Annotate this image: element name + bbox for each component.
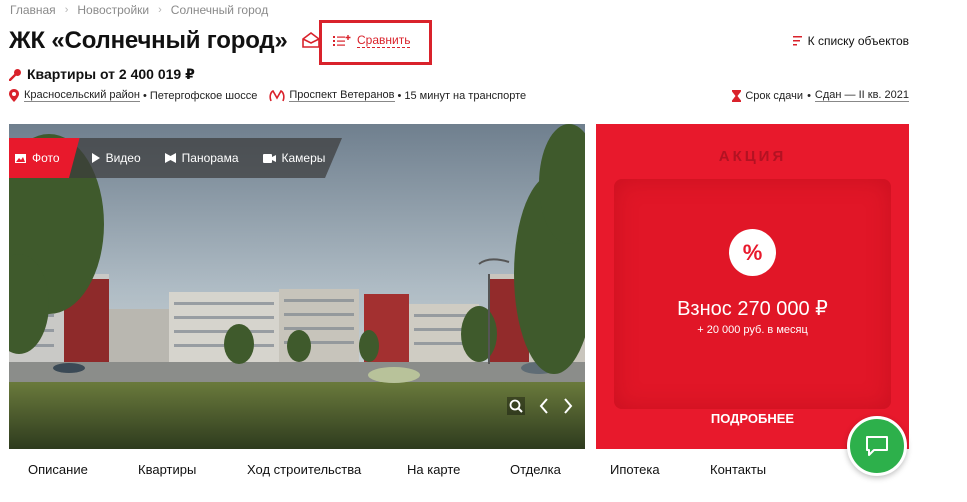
district-link[interactable]: Красносельский район (24, 89, 140, 102)
metro-icon (269, 89, 285, 101)
deadline-label: Срок сдачи (745, 89, 804, 102)
price-label: Квартиры от 2 400 019 ₽ (27, 66, 195, 82)
chevron-left-icon[interactable] (539, 398, 549, 414)
zoom-icon[interactable] (507, 397, 525, 415)
gallery-controls (495, 391, 585, 421)
tab-construction[interactable]: Ход строительства (247, 462, 361, 477)
list-icon (792, 36, 802, 46)
camera-icon (262, 153, 276, 163)
tab-apartments[interactable]: Квартиры (138, 462, 196, 477)
deadline-line: Срок сдачи • Сдан — II кв. 2021 (732, 89, 909, 102)
share-icon[interactable] (302, 32, 320, 48)
tab-panorama[interactable]: Панорама (153, 138, 251, 178)
to-list-label: К списку объектов (807, 34, 909, 48)
price-line: Квартиры от 2 400 019 ₽ (9, 66, 195, 83)
metro-link[interactable]: Проспект Ветеранов (289, 89, 395, 102)
transport-label: 15 минут на транспорте (404, 89, 527, 102)
panorama-icon (164, 153, 176, 163)
key-icon (9, 69, 21, 81)
street-label: Петергофское шоссе (149, 89, 258, 102)
chat-icon (866, 436, 888, 456)
photo-gallery[interactable]: Фото Видео Панорама Камеры (9, 124, 585, 449)
chat-button[interactable] (847, 416, 907, 476)
promo-card[interactable]: АКЦИЯ % Взнос 270 000 ₽ + 20 000 руб. в … (596, 124, 909, 449)
compare-label: Сравнить (357, 33, 411, 48)
tab-contacts[interactable]: Контакты (710, 462, 766, 477)
hourglass-icon (732, 89, 742, 102)
to-list-button[interactable]: К списку объектов (792, 34, 909, 48)
compare-button[interactable]: Сравнить (333, 33, 411, 48)
tab-map[interactable]: На карте (407, 462, 460, 477)
tab-photo[interactable]: Фото (9, 138, 80, 178)
promo-heading: АКЦИЯ (718, 148, 787, 165)
breadcrumb-current: Солнечный город (170, 3, 269, 17)
deadline-value[interactable]: Сдан — II кв. 2021 (814, 89, 909, 102)
breadcrumb-home[interactable]: Главная (10, 3, 56, 17)
address-line: Красносельский район • Петергофское шосс… (9, 89, 526, 102)
promo-subtitle: + 20 000 руб. в месяц (697, 324, 808, 336)
promo-title: Взнос 270 000 ₽ (677, 298, 828, 320)
page-title: ЖК «Солнечный город» (9, 27, 288, 54)
photo-icon (15, 153, 26, 163)
promo-ticket (614, 179, 891, 409)
location-pin-icon (9, 89, 19, 102)
breadcrumb: Главная › Новостройки › Солнечный город (10, 3, 268, 17)
breadcrumb-newbuilds[interactable]: Новостройки (77, 3, 149, 17)
tab-cameras[interactable]: Камеры (251, 138, 338, 178)
tab-finishing[interactable]: Отделка (510, 462, 561, 477)
chevron-right-icon: › (158, 4, 162, 16)
chevron-right-icon: › (64, 4, 69, 16)
media-tabs: Фото Видео Панорама Камеры (9, 138, 342, 178)
tab-description[interactable]: Описание (28, 462, 88, 477)
chevron-right-icon[interactable] (563, 398, 573, 414)
tab-mortgage[interactable]: Ипотека (610, 462, 660, 477)
percent-icon: % (729, 229, 776, 276)
compare-icon (333, 34, 351, 46)
tab-video[interactable]: Видео (80, 138, 153, 178)
play-icon (91, 153, 100, 163)
